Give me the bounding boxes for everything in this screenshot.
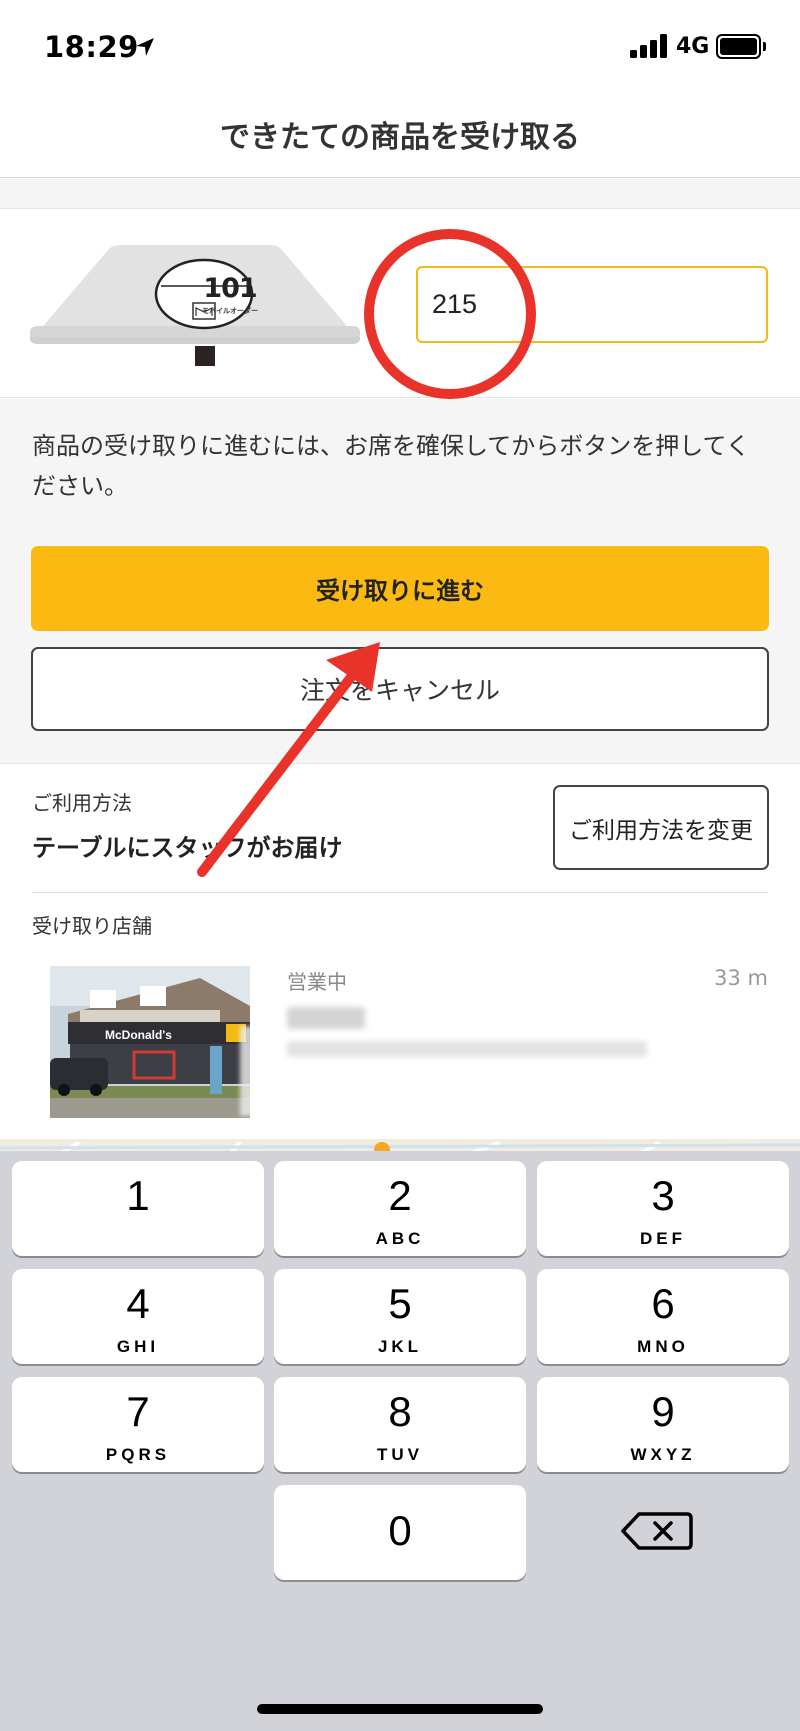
header-spacer bbox=[0, 179, 800, 209]
store-name-redacted bbox=[287, 1007, 365, 1029]
status-bar: 18:29 4G bbox=[0, 0, 800, 92]
map-preview bbox=[0, 1139, 800, 1151]
key-4[interactable]: 4 GHI bbox=[12, 1269, 264, 1364]
key-7[interactable]: 7 PQRS bbox=[12, 1377, 264, 1472]
pickup-store-label: 受け取り店舗 bbox=[32, 914, 152, 938]
change-usage-method-button[interactable]: ご利用方法を変更 bbox=[553, 785, 769, 870]
key-2[interactable]: 2 ABC bbox=[274, 1161, 526, 1256]
usage-method-value: テーブルにスタッフがお届け bbox=[32, 834, 343, 862]
key-0[interactable]: 0 bbox=[274, 1485, 526, 1580]
store-sign-text: McDonald's bbox=[105, 1028, 172, 1042]
numeric-keypad: 1 2 ABC 3 DEF 4 GHI 5 JKL 6 MNO 7 PQRS 8… bbox=[0, 1151, 800, 1731]
page-title: できたての商品を受け取る bbox=[220, 120, 580, 155]
home-indicator bbox=[257, 1704, 543, 1714]
store-open-status: 営業中 bbox=[287, 970, 347, 994]
action-area: 商品の受け取りに進むには、お席を確保してからボタンを押してください。 受け取りに… bbox=[0, 399, 800, 764]
table-number-section: 101 モバイルオーダー bbox=[0, 210, 800, 398]
table-stand-number: 101 bbox=[203, 273, 257, 304]
pickup-store-section: 受け取り店舗 McDonald's 営業中 33 m bbox=[0, 893, 800, 1139]
delete-backspace-icon[interactable] bbox=[617, 1506, 697, 1556]
store-address-redacted bbox=[287, 1041, 647, 1057]
key-3[interactable]: 3 DEF bbox=[537, 1161, 789, 1256]
table-stand-illustration: 101 モバイルオーダー bbox=[30, 240, 375, 380]
store-distance: 33 m bbox=[714, 966, 768, 990]
key-8[interactable]: 8 TUV bbox=[274, 1377, 526, 1472]
cancel-order-button[interactable]: 注文をキャンセル bbox=[31, 647, 769, 731]
battery-icon bbox=[716, 34, 766, 59]
table-number-input[interactable] bbox=[416, 266, 768, 343]
nav-header: できたての商品を受け取る bbox=[0, 92, 800, 178]
status-time: 18:29 bbox=[44, 30, 139, 64]
usage-method-section: ご利用方法 テーブルにスタッフがお届け ご利用方法を変更 bbox=[0, 765, 800, 893]
instructions-text: 商品の受け取りに進むには、お席を確保してからボタンを押してください。 bbox=[32, 432, 750, 500]
location-arrow-icon bbox=[136, 38, 154, 56]
network-type-label: 4G bbox=[676, 34, 710, 59]
usage-method-label: ご利用方法 bbox=[32, 791, 132, 815]
proceed-to-pickup-button[interactable]: 受け取りに進む bbox=[31, 546, 769, 631]
key-6[interactable]: 6 MNO bbox=[537, 1269, 789, 1364]
signal-strength-icon bbox=[630, 34, 668, 58]
store-photo: McDonald's bbox=[50, 966, 250, 1118]
key-9[interactable]: 9 WXYZ bbox=[537, 1377, 789, 1472]
key-1[interactable]: 1 bbox=[12, 1161, 264, 1256]
key-5[interactable]: 5 JKL bbox=[274, 1269, 526, 1364]
table-stand-caption: モバイルオーダー bbox=[202, 307, 258, 315]
